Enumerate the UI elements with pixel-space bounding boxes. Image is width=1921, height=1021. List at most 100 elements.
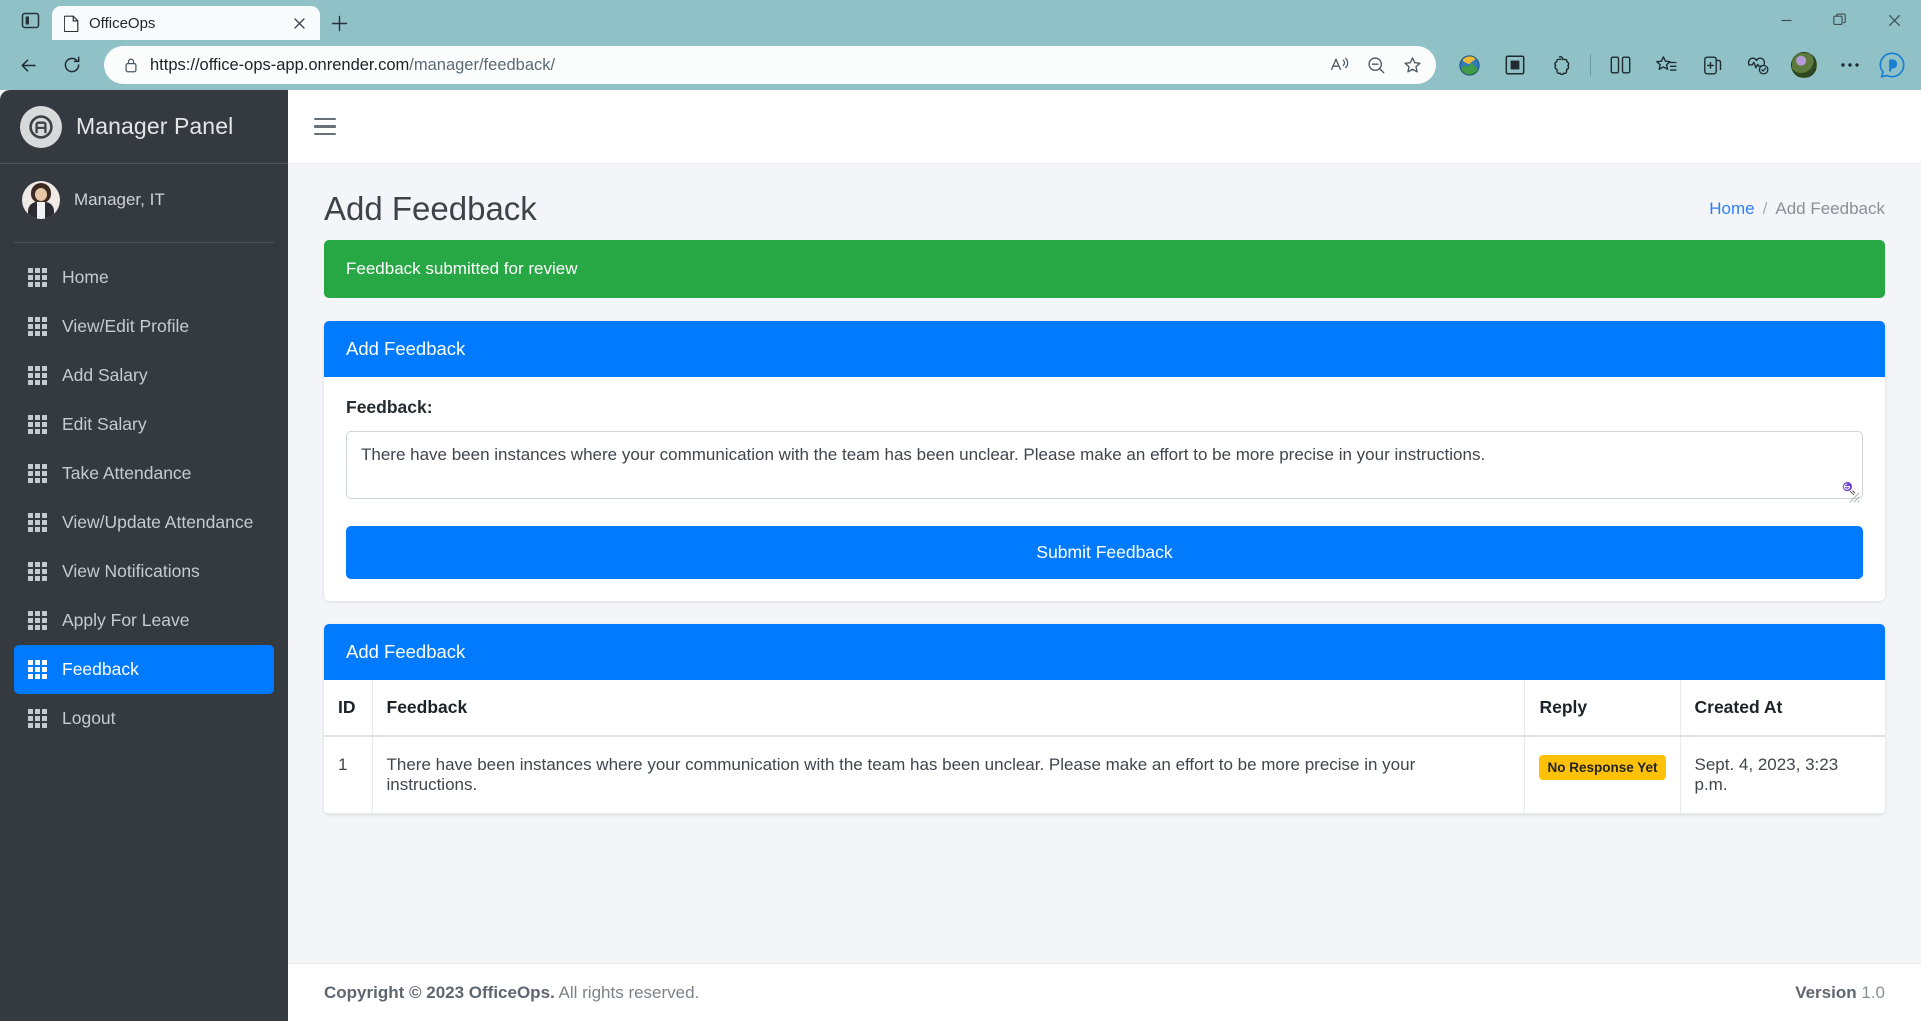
status-badge: No Response Yet bbox=[1539, 755, 1666, 780]
form-card-body: Feedback: There have been instances wher… bbox=[324, 377, 1885, 601]
sidebar-item-add-salary[interactable]: Add Salary bbox=[14, 351, 274, 400]
resize-handle-icon[interactable] bbox=[1849, 490, 1860, 503]
user-avatar bbox=[22, 181, 60, 219]
grid-icon bbox=[28, 562, 47, 581]
split-screen-icon[interactable] bbox=[1599, 45, 1641, 85]
footer-copyright-bold: Copyright © 2023 OfficeOps. bbox=[324, 982, 555, 1002]
footer-copyright: Copyright © 2023 OfficeOps. All rights r… bbox=[324, 983, 699, 1003]
sidebar-item-edit-salary[interactable]: Edit Salary bbox=[14, 400, 274, 449]
page-footer: Copyright © 2023 OfficeOps. All rights r… bbox=[288, 963, 1921, 1021]
grid-icon bbox=[28, 611, 47, 630]
address-bar[interactable]: https://office-ops-app.onrender.com/mana… bbox=[104, 46, 1436, 84]
cell-reply: No Response Yet bbox=[1524, 736, 1681, 814]
top-navbar bbox=[288, 90, 1921, 164]
downloads-manager-icon[interactable] bbox=[1448, 45, 1490, 85]
page-icon bbox=[62, 14, 80, 32]
sidebar-user-label: Manager, IT bbox=[74, 190, 165, 209]
sidebar: Manager Panel Manager, IT Home View/Edit… bbox=[0, 90, 288, 1021]
extension-puzzle-icon[interactable] bbox=[1540, 45, 1582, 85]
sidebar-brand-label: Manager Panel bbox=[76, 113, 234, 139]
submit-feedback-button[interactable]: Submit Feedback bbox=[346, 526, 1863, 579]
collections-favorites-icon[interactable] bbox=[1645, 45, 1687, 85]
sidebar-item-view-edit-profile[interactable]: View/Edit Profile bbox=[14, 302, 274, 351]
zoom-out-icon[interactable] bbox=[1358, 49, 1394, 81]
feedback-input[interactable] bbox=[346, 431, 1863, 499]
feedback-list-card: Add Feedback ID Feedback Reply Created A… bbox=[324, 624, 1885, 814]
more-options-icon[interactable] bbox=[1829, 45, 1871, 85]
lock-icon bbox=[118, 57, 144, 73]
sidebar-item-view-notifications[interactable]: View Notifications bbox=[14, 547, 274, 596]
content-area: Feedback submitted for review Add Feedba… bbox=[288, 240, 1921, 963]
feedback-table-head: ID Feedback Reply Created At bbox=[324, 680, 1885, 737]
url-text: https://office-ops-app.onrender.com/mana… bbox=[144, 56, 1322, 75]
grid-icon bbox=[28, 464, 47, 483]
sidebar-item-apply-for-leave[interactable]: Apply For Leave bbox=[14, 596, 274, 645]
sidebar-brand[interactable]: Manager Panel bbox=[0, 90, 288, 164]
sidebar-item-feedback[interactable]: Feedback bbox=[14, 645, 274, 694]
restore-icon[interactable] bbox=[1813, 0, 1867, 40]
grid-icon bbox=[28, 709, 47, 728]
sidebar-item-view-update-attendance[interactable]: View/Update Attendance bbox=[14, 498, 274, 547]
cell-id: 1 bbox=[324, 736, 373, 814]
star-icon[interactable] bbox=[1394, 49, 1430, 81]
grid-icon bbox=[28, 513, 47, 532]
sidebar-user[interactable]: Manager, IT bbox=[0, 164, 288, 236]
grid-icon bbox=[28, 660, 47, 679]
feedback-table-body: 1 There have been instances where your c… bbox=[324, 736, 1885, 814]
sidebar-divider bbox=[14, 242, 274, 243]
sidebar-item-label: Logout bbox=[62, 708, 116, 728]
browser-essentials-icon[interactable] bbox=[1737, 45, 1779, 85]
sidebar-item-label: View/Edit Profile bbox=[62, 316, 190, 336]
table-row: 1 There have been instances where your c… bbox=[324, 736, 1885, 814]
breadcrumb: Home / Add Feedback bbox=[1709, 199, 1885, 219]
footer-version-label: Version bbox=[1795, 982, 1857, 1002]
minimize-icon[interactable] bbox=[1759, 0, 1813, 40]
sidebar-item-label: Add Salary bbox=[62, 365, 148, 385]
url-domain: https://office-ops-app.onrender.com bbox=[150, 55, 410, 74]
sidebar-item-label: View Notifications bbox=[62, 561, 200, 581]
grid-icon bbox=[28, 366, 47, 385]
success-alert-message: Feedback submitted for review bbox=[346, 259, 578, 278]
feedback-field-label: Feedback: bbox=[346, 397, 433, 417]
column-header-created-at: Created At bbox=[1680, 680, 1885, 737]
back-arrow-icon[interactable] bbox=[8, 45, 48, 85]
add-to-collection-icon[interactable] bbox=[1691, 45, 1733, 85]
cell-feedback: There have been instances where your com… bbox=[372, 736, 1526, 814]
browser-toolbar: https://office-ops-app.onrender.com/mana… bbox=[0, 40, 1921, 90]
reload-icon[interactable] bbox=[52, 45, 92, 85]
table-header-row: ID Feedback Reply Created At bbox=[324, 680, 1885, 737]
footer-version-value: 1.0 bbox=[1861, 982, 1885, 1002]
tab-list-icon[interactable] bbox=[8, 0, 52, 40]
read-aloud-icon[interactable] bbox=[1322, 49, 1358, 81]
close-window-icon[interactable] bbox=[1867, 0, 1921, 40]
sidebar-nav: Home View/Edit Profile Add Salary Edit S… bbox=[0, 253, 288, 743]
feedback-table: ID Feedback Reply Created At 1 There hav… bbox=[324, 680, 1885, 814]
sidebar-item-label: Feedback bbox=[62, 659, 139, 679]
close-icon[interactable] bbox=[288, 12, 310, 34]
form-card-header: Add Feedback bbox=[324, 321, 1885, 377]
toolbar-divider bbox=[1590, 54, 1591, 76]
tab-title: OfficeOps bbox=[89, 14, 156, 32]
sidebar-item-take-attendance[interactable]: Take Attendance bbox=[14, 449, 274, 498]
main-content: Add Feedback Home / Add Feedback Feedbac… bbox=[288, 90, 1921, 1021]
new-tab-button[interactable] bbox=[320, 6, 358, 40]
table-card-header: Add Feedback bbox=[324, 624, 1885, 680]
grid-icon bbox=[28, 415, 47, 434]
feedback-textarea-wrapper bbox=[346, 431, 1863, 504]
sidebar-item-logout[interactable]: Logout bbox=[14, 694, 274, 743]
hamburger-icon[interactable] bbox=[314, 115, 344, 139]
browser-titlebar: OfficeOps bbox=[0, 0, 1921, 40]
browser-tab[interactable]: OfficeOps bbox=[52, 6, 320, 40]
breadcrumb-home-link[interactable]: Home bbox=[1709, 199, 1754, 219]
column-header-id: ID bbox=[324, 680, 373, 737]
sidebar-item-label: Take Attendance bbox=[62, 463, 192, 483]
profile-avatar[interactable] bbox=[1783, 45, 1825, 85]
sidebar-item-label: Home bbox=[62, 267, 109, 287]
picture-in-picture-icon[interactable] bbox=[1494, 45, 1536, 85]
sidebar-item-home[interactable]: Home bbox=[14, 253, 274, 302]
column-header-reply: Reply bbox=[1524, 680, 1681, 737]
breadcrumb-current: Add Feedback bbox=[1775, 199, 1885, 218]
sidebar-item-label: Edit Salary bbox=[62, 414, 147, 434]
copilot-icon[interactable] bbox=[1875, 48, 1909, 82]
footer-copyright-rest: All rights reserved. bbox=[554, 982, 700, 1002]
